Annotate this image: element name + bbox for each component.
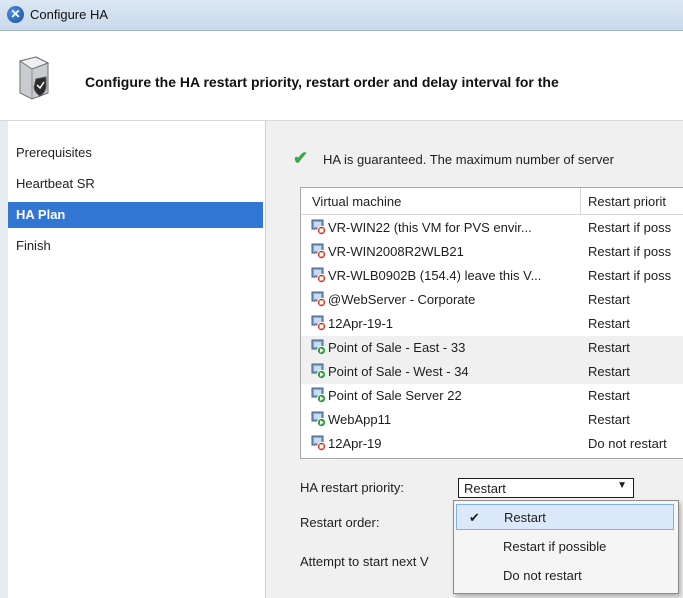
page-heading: Configure the HA restart priority, resta… bbox=[85, 74, 559, 90]
column-header-restart-priority[interactable]: Restart priorit bbox=[588, 194, 666, 209]
option-restart[interactable]: ✔ Restart bbox=[456, 504, 674, 530]
vm-running-icon bbox=[311, 339, 327, 355]
vm-restart-priority: Restart bbox=[588, 340, 630, 355]
sidebar-item-heartbeat-sr[interactable]: Heartbeat SR bbox=[0, 171, 263, 197]
wizard-sidebar: Prerequisites Heartbeat SR HA Plan Finis… bbox=[0, 121, 266, 598]
vm-running-icon bbox=[311, 363, 327, 379]
attempt-start-label: Attempt to start next V bbox=[300, 554, 429, 569]
sidebar-item-prerequisites[interactable]: Prerequisites bbox=[0, 140, 263, 166]
table-row[interactable]: 12Apr-19-1 Restart bbox=[301, 312, 683, 336]
sidebar-item-finish[interactable]: Finish bbox=[0, 233, 263, 259]
vm-name: Point of Sale Server 22 bbox=[328, 388, 462, 403]
vm-restart-priority: Restart if poss bbox=[588, 268, 672, 283]
vm-stopped-icon bbox=[311, 315, 327, 331]
vm-name: VR-WIN22 (this VM for PVS envir... bbox=[328, 220, 532, 235]
window-left-edge bbox=[0, 121, 8, 598]
vm-running-icon bbox=[311, 387, 327, 403]
vm-stopped-icon bbox=[311, 219, 327, 235]
table-row[interactable]: Point of Sale - East - 33 Restart bbox=[301, 336, 683, 360]
column-separator[interactable] bbox=[580, 188, 581, 214]
grid-header: Virtual machine Restart priorit bbox=[301, 188, 683, 215]
title-bar: ✕ Configure HA bbox=[0, 0, 683, 31]
ha-status-text: HA is guaranteed. The maximum number of … bbox=[323, 152, 614, 167]
selected-value: Restart bbox=[464, 481, 506, 496]
table-row[interactable]: 12Apr-19 Do not restart bbox=[301, 432, 683, 456]
vm-running-icon bbox=[311, 411, 327, 427]
vm-restart-priority: Restart if poss bbox=[588, 220, 672, 235]
vm-restart-priority: Restart bbox=[588, 316, 630, 331]
app-icon: ✕ bbox=[7, 6, 24, 23]
vm-name: WebApp11 bbox=[328, 412, 392, 427]
vm-restart-priority: Restart bbox=[588, 364, 630, 379]
option-do-not-restart[interactable]: Do not restart bbox=[456, 563, 674, 589]
option-restart-if-possible[interactable]: Restart if possible bbox=[456, 534, 674, 560]
vm-name: Point of Sale - West - 34 bbox=[328, 364, 469, 379]
vm-restart-priority: Restart bbox=[588, 292, 630, 307]
dropdown-arrow-icon[interactable]: ▼ bbox=[617, 480, 627, 491]
option-label: Do not restart bbox=[503, 568, 582, 583]
vm-stopped-icon bbox=[311, 243, 327, 259]
restart-order-label: Restart order: bbox=[300, 515, 380, 530]
vm-name: 12Apr-19-1 bbox=[328, 316, 394, 331]
server-shield-icon bbox=[18, 56, 50, 100]
vm-stopped-icon bbox=[311, 291, 327, 307]
table-row[interactable]: VR-WIN2008R2WLB21 Restart if poss bbox=[301, 240, 683, 264]
vm-name: VR-WIN2008R2WLB21 bbox=[328, 244, 464, 259]
ha-restart-priority-label: HA restart priority: bbox=[300, 480, 405, 495]
ha-restart-priority-select[interactable]: Restart ▼ bbox=[458, 478, 634, 498]
table-row[interactable]: VR-WLB0902B (154.4) leave this V... Rest… bbox=[301, 264, 683, 288]
vm-name: Point of Sale - East - 33 bbox=[328, 340, 466, 355]
vm-stopped-icon bbox=[311, 435, 327, 451]
vm-name: @WebServer - Corporate bbox=[328, 292, 476, 307]
table-row[interactable]: WebApp11 Restart bbox=[301, 408, 683, 432]
priority-dropdown-list: ✔ Restart Restart if possible Do not res… bbox=[453, 500, 679, 594]
table-row[interactable]: @WebServer - Corporate Restart bbox=[301, 288, 683, 312]
vm-restart-priority: Restart bbox=[588, 412, 630, 427]
table-row[interactable]: Point of Sale - West - 34 Restart bbox=[301, 360, 683, 384]
vm-grid[interactable]: Virtual machine Restart priorit VR-WIN22… bbox=[300, 187, 683, 459]
vm-name: 12Apr-19 bbox=[328, 436, 382, 451]
vm-restart-priority: Restart bbox=[588, 388, 630, 403]
vm-restart-priority: Restart if poss bbox=[588, 244, 672, 259]
option-label: Restart if possible bbox=[503, 539, 607, 554]
column-header-virtual-machine[interactable]: Virtual machine bbox=[312, 194, 401, 209]
table-row[interactable]: VR-WIN22 (this VM for PVS envir... Resta… bbox=[301, 216, 683, 240]
sidebar-item-ha-plan[interactable]: HA Plan bbox=[0, 202, 263, 228]
check-icon: ✔ bbox=[293, 148, 309, 168]
table-row[interactable]: Point of Sale Server 22 Restart bbox=[301, 384, 683, 408]
window-title: Configure HA bbox=[30, 7, 109, 22]
vm-stopped-icon bbox=[311, 267, 327, 283]
vm-name: VR-WLB0902B (154.4) leave this V... bbox=[328, 268, 542, 283]
option-label: Restart bbox=[504, 510, 546, 525]
checkmark-icon: ✔ bbox=[469, 510, 480, 525]
vm-restart-priority: Do not restart bbox=[588, 436, 667, 451]
wizard-header: Configure the HA restart priority, resta… bbox=[0, 31, 683, 121]
